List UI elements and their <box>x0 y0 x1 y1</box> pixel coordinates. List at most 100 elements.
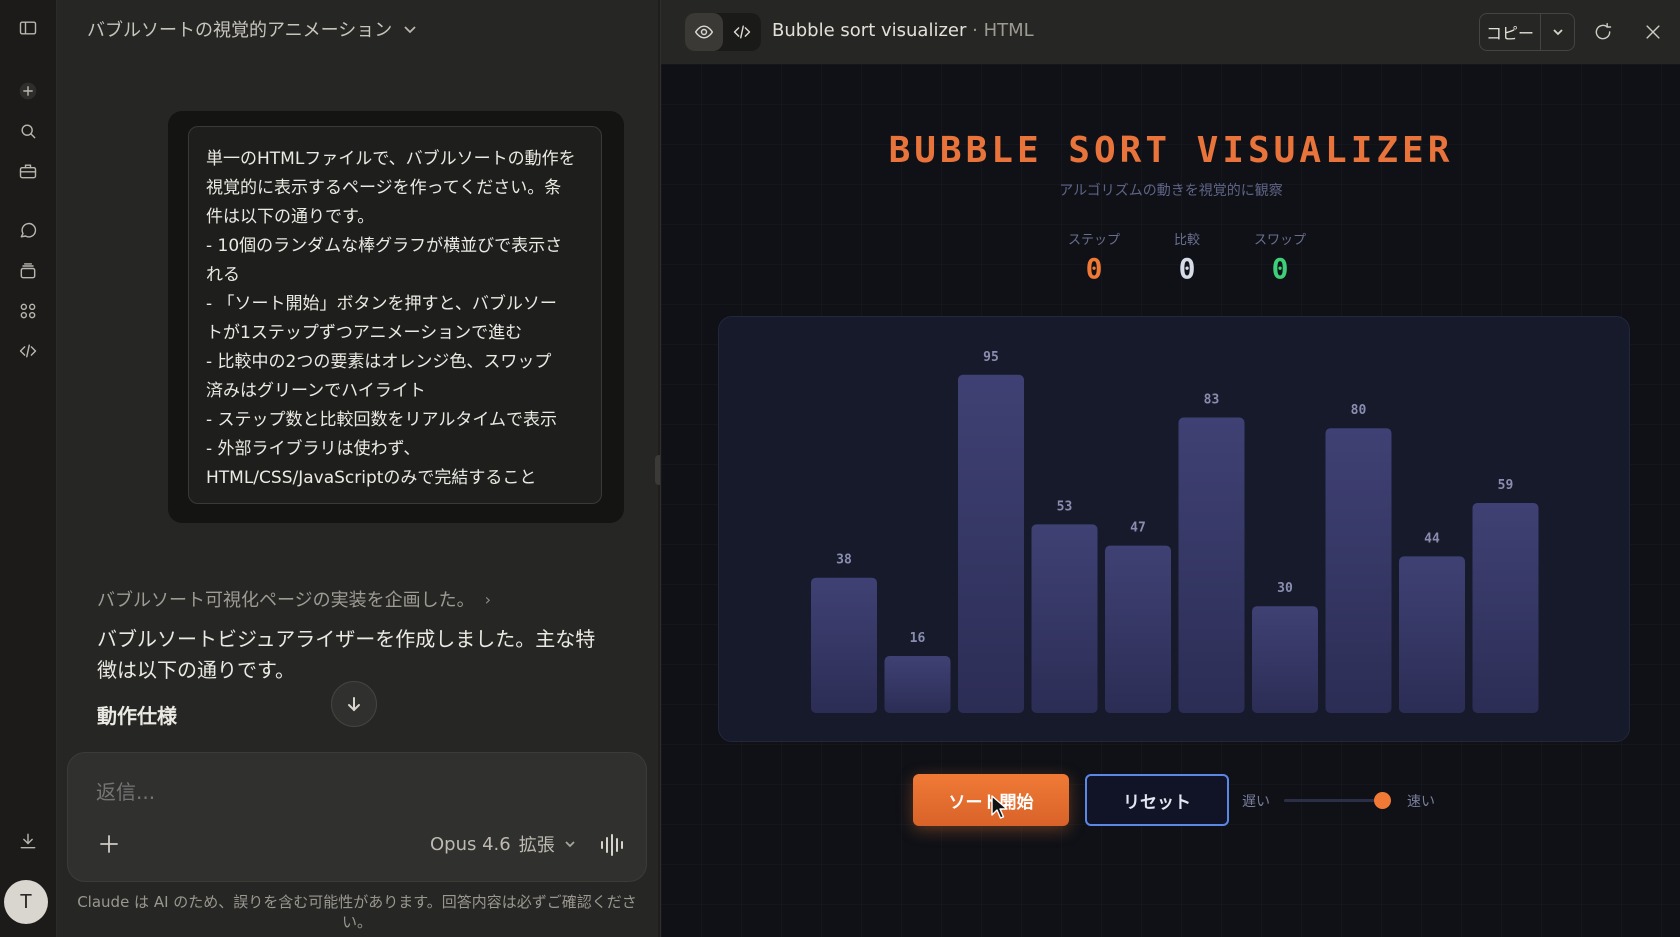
bar-7 <box>1252 606 1318 713</box>
user-message-line: - 10個のランダムな棒グラフが横並びで表示さ <box>206 236 563 256</box>
model-selector[interactable]: Opus 4.6 拡張 <box>430 831 577 857</box>
user-message-line: 視覚的に表示するページを作ってください。条 <box>206 178 562 198</box>
stat-0: ステップ 0 <box>1049 229 1139 285</box>
bar-10 <box>1472 502 1539 713</box>
stat-value: 0 <box>1271 252 1289 285</box>
thinking-summary-text: バブルソート可視化ページの実装を企画した。 <box>97 590 475 611</box>
model-name: Opus 4.6 <box>430 833 511 855</box>
bar-2 <box>884 656 951 713</box>
artifact-name: Bubble sort visualizer <box>772 20 967 41</box>
assistant-reply-text: バブルソートビジュアライザーを作成しました。主な特徴は以下の通りです。 <box>97 627 596 682</box>
chevron-down-icon <box>404 26 416 34</box>
arrow-down-icon <box>348 697 360 712</box>
user-avatar[interactable]: T <box>4 880 48 924</box>
artifact-title: Bubble sort visualizer · HTML <box>772 20 1034 41</box>
refresh-icon <box>1595 22 1612 40</box>
user-message-line: 済みはグリーンでハイライト <box>206 381 426 401</box>
code-icon <box>733 25 751 39</box>
artifact-panel: Bubble sort visualizer · HTML コピー BUBBLE… <box>660 0 1680 937</box>
sidebar-toggle-icon[interactable] <box>12 12 44 44</box>
user-message-line: トが1ステップずつアニメーションで進む <box>206 323 523 343</box>
mouse-cursor-icon <box>991 795 1008 819</box>
bar-value-label: 16 <box>910 631 926 646</box>
user-message: 単一のHTMLファイルで、バブルソートの動作を 視覚的に表示するページを作ってくだ… <box>188 126 602 504</box>
new-chat-icon[interactable] <box>12 75 44 107</box>
stat-label: 比較 <box>1173 233 1200 248</box>
stat-label: ステップ <box>1067 233 1120 248</box>
voice-mode-button[interactable] <box>598 831 626 859</box>
thinking-summary[interactable]: バブルソート可視化ページの実装を企画した。 › <box>97 586 491 612</box>
download-icon[interactable] <box>12 825 44 857</box>
assistant-reply-heading: 動作仕様 <box>97 704 177 728</box>
bar-9 <box>1399 556 1465 713</box>
user-message-line: - 比較中の2つの要素はオレンジ色、スワップ <box>206 352 552 372</box>
bar-value-label: 95 <box>983 350 999 365</box>
user-message-line: 件は以下の通りです。 <box>206 207 375 227</box>
chevron-down-icon <box>1552 29 1563 36</box>
code-icon[interactable] <box>12 335 44 367</box>
bar-value-label: 59 <box>1498 478 1514 493</box>
chevron-down-icon <box>565 841 575 848</box>
refresh-button[interactable] <box>1590 19 1616 45</box>
bar-value-label: 38 <box>836 553 852 568</box>
stat-value: 0 <box>1085 252 1103 285</box>
user-message-line: - ステップ数と比較回数をリアルタイムで表示 <box>206 410 558 430</box>
composer: Opus 4.6 拡張 <box>67 752 647 882</box>
bar-value-label: 80 <box>1351 403 1367 418</box>
scroll-to-bottom-button[interactable] <box>331 681 377 727</box>
bar-5 <box>1105 545 1171 713</box>
disclaimer-text: Claude は AI のため、誤りを含む可能性があります。回答内容は必ずご確認… <box>77 893 637 931</box>
artifact-header: Bubble sort visualizer · HTML コピー <box>661 0 1680 64</box>
visualizer-subtitle: アルゴリズムの動きを視覚的に観察 <box>1059 183 1283 199</box>
waveform-icon <box>601 834 623 856</box>
speed-slider-thumb[interactable] <box>1373 792 1391 809</box>
reset-button[interactable]: リセット <box>1085 774 1229 826</box>
stats-panel: ステップ 0 比較 0 スワップ 0 <box>1049 229 1329 289</box>
bar-6 <box>1178 417 1245 713</box>
conversation-title[interactable]: バブルソートの視覚的アニメーション <box>87 16 418 42</box>
stat-value: 0 <box>1178 252 1196 285</box>
reply-input[interactable] <box>94 779 598 805</box>
speed-fast-label: 速い <box>1407 794 1435 810</box>
preview-tab[interactable] <box>685 13 723 51</box>
user-message-line: - 「ソート開始」ボタンを押すと、バブルソー <box>206 294 557 314</box>
search-icon[interactable] <box>12 115 44 147</box>
avatar-letter: T <box>19 890 33 913</box>
left-rail: T <box>0 0 57 937</box>
copy-options-button[interactable] <box>1541 14 1574 50</box>
bar-value-label: 83 <box>1204 393 1220 408</box>
user-message-line: れる <box>206 265 240 285</box>
chat-panel: バブルソートの視覚的アニメーション 単一のHTMLファイルで、バブルソートの動作… <box>57 0 658 937</box>
view-toggle <box>685 13 761 51</box>
stat-2: スワップ 0 <box>1235 229 1325 285</box>
eye-icon <box>694 25 714 39</box>
user-message-line: - 外部ライブラリは使わず、 <box>206 439 421 459</box>
briefcase-icon[interactable] <box>12 155 44 187</box>
projects-icon[interactable] <box>12 255 44 287</box>
stat-label: スワップ <box>1253 233 1306 248</box>
artifact-type: HTML <box>983 20 1034 41</box>
stat-1: 比較 0 <box>1142 229 1232 285</box>
plus-icon <box>100 835 118 853</box>
bar-3 <box>958 374 1024 713</box>
bar-8 <box>1325 428 1392 713</box>
model-mode: 拡張 <box>518 835 555 856</box>
add-attachment-button[interactable] <box>98 833 120 855</box>
bar-1 <box>811 577 877 713</box>
copy-button-group: コピー <box>1479 13 1575 51</box>
close-icon <box>1646 25 1660 39</box>
chevron-right-icon: › <box>484 589 492 609</box>
chat-icon[interactable] <box>12 215 44 247</box>
user-message-line: 単一のHTMLファイルで、バブルソートの動作を <box>206 149 576 169</box>
visualizer-title: BUBBLE SORT VISUALIZER <box>888 130 1454 171</box>
apps-icon[interactable] <box>12 295 44 327</box>
conversation-title-text: バブルソートの視覚的アニメーション <box>87 20 393 41</box>
code-tab[interactable] <box>723 13 761 51</box>
speed-slow-label: 遅い <box>1242 794 1270 810</box>
user-message-line: HTML/CSS/JavaScriptのみで完結すること <box>206 468 537 488</box>
bar-chart-svg: 38 16 95 53 47 83 30 80 44 59 <box>811 350 1539 713</box>
bar-value-label: 53 <box>1057 499 1073 514</box>
close-button[interactable] <box>1640 19 1666 45</box>
user-message-container: 単一のHTMLファイルで、バブルソートの動作を 視覚的に表示するページを作ってくだ… <box>168 111 624 523</box>
copy-button[interactable]: コピー <box>1480 14 1542 50</box>
